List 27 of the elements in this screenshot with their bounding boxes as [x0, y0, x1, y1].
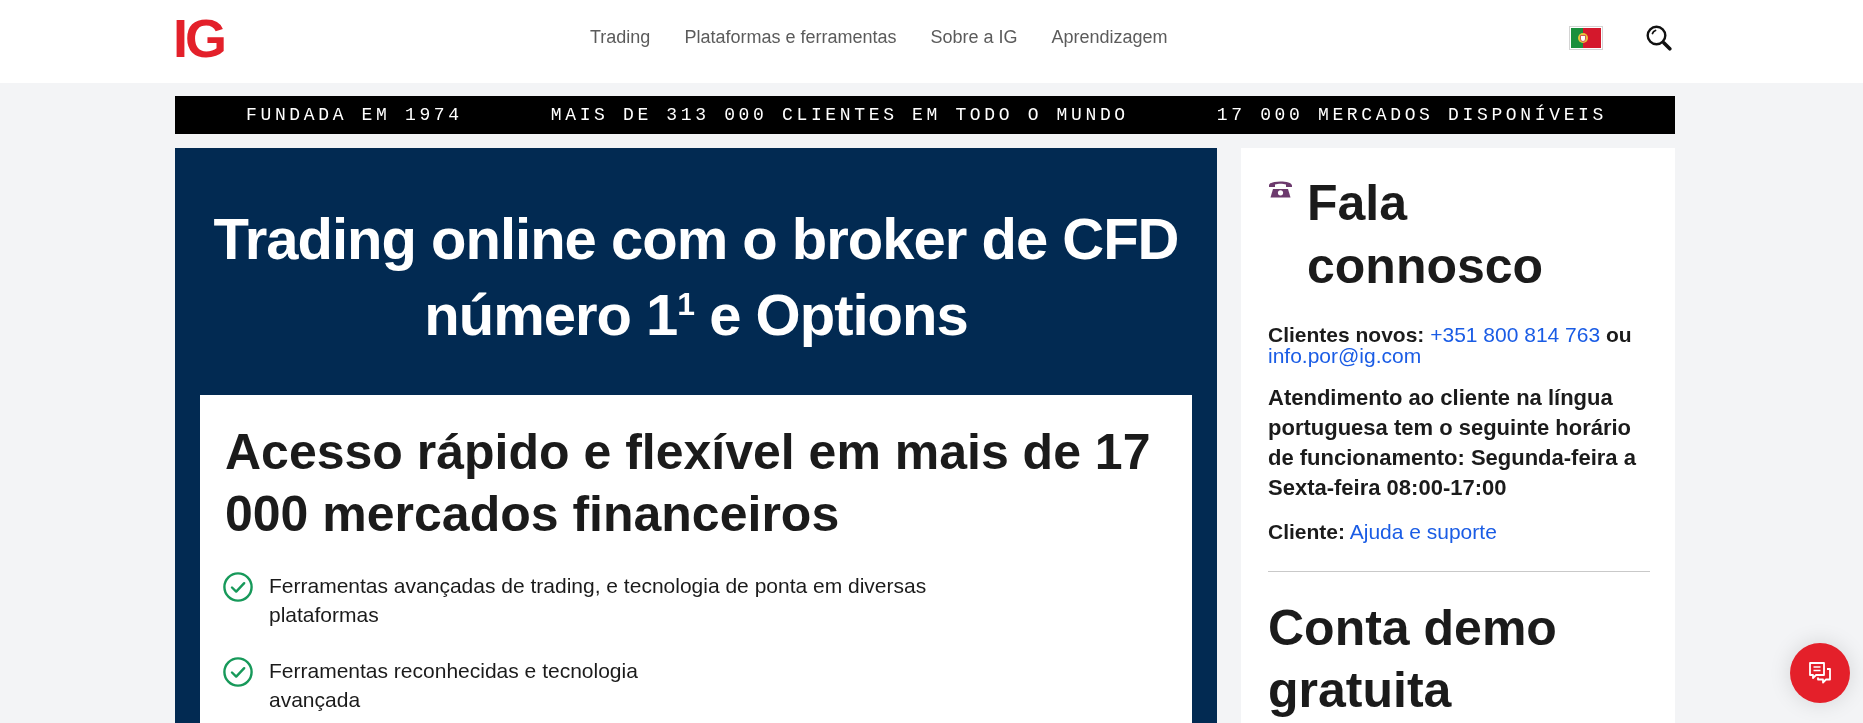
banner-text: 17 000 MERCADOS DISPONÍVEIS [1216, 105, 1607, 125]
chat-icon [1807, 660, 1833, 686]
phone-link[interactable]: +351 800 814 763 [1430, 323, 1601, 346]
support-link[interactable]: Ajuda e suporte [1349, 520, 1497, 543]
nav-link[interactable]: Sobre a IG [930, 27, 1018, 48]
banner-text: MAIS DE 313 000 CLIENTES EM TODO O MUNDO [550, 105, 1129, 125]
hero-title: Trading online com o broker de CFD número 1$^{1}$ e Options [212, 205, 1180, 349]
banner-text: FUNDADA EM 1974 [246, 105, 463, 125]
hours-text: Atendimento ao cliente na língua portuguesa tem o seguinte horário de funcionamento: Segunda-feira a Sexta-feira 08:00-17:00 [1268, 384, 1637, 502]
check-icon [223, 572, 253, 602]
phone-icon [1268, 178, 1293, 198]
feature-text: Ferramentas avançadas de trading, e tecnologia de ponta em diversas plataformas [269, 573, 927, 628]
contact-line: Clientes novos: +351 800 814 763 ou info.por@ig.com [1268, 324, 1633, 366]
demo-heading: Conta demo gratuita [1268, 599, 1558, 720]
chat-button[interactable] [1790, 643, 1850, 703]
feature-text: Ferramentas reconhecidas e tecnologia avançada [269, 658, 638, 713]
nav-link[interactable]: Aprendizagem [1051, 27, 1168, 48]
card-title: Acesso rápido e flexível em mais de 17 000 mercados financeiros [225, 423, 1152, 544]
nav-link[interactable]: Plataformas e ferramentas [684, 27, 897, 48]
support-line: Cliente: Ajuda e suporte [1268, 519, 1498, 545]
nav-link[interactable]: Trading [590, 27, 651, 48]
search-icon[interactable] [1646, 24, 1672, 51]
flag-icon[interactable] [1569, 25, 1603, 50]
logo[interactable]: IG [173, 10, 224, 65]
email-link[interactable]: info.por@ig.com [1268, 344, 1422, 367]
check-icon [223, 657, 253, 687]
contact-heading: Fala connosco [1307, 174, 1544, 296]
